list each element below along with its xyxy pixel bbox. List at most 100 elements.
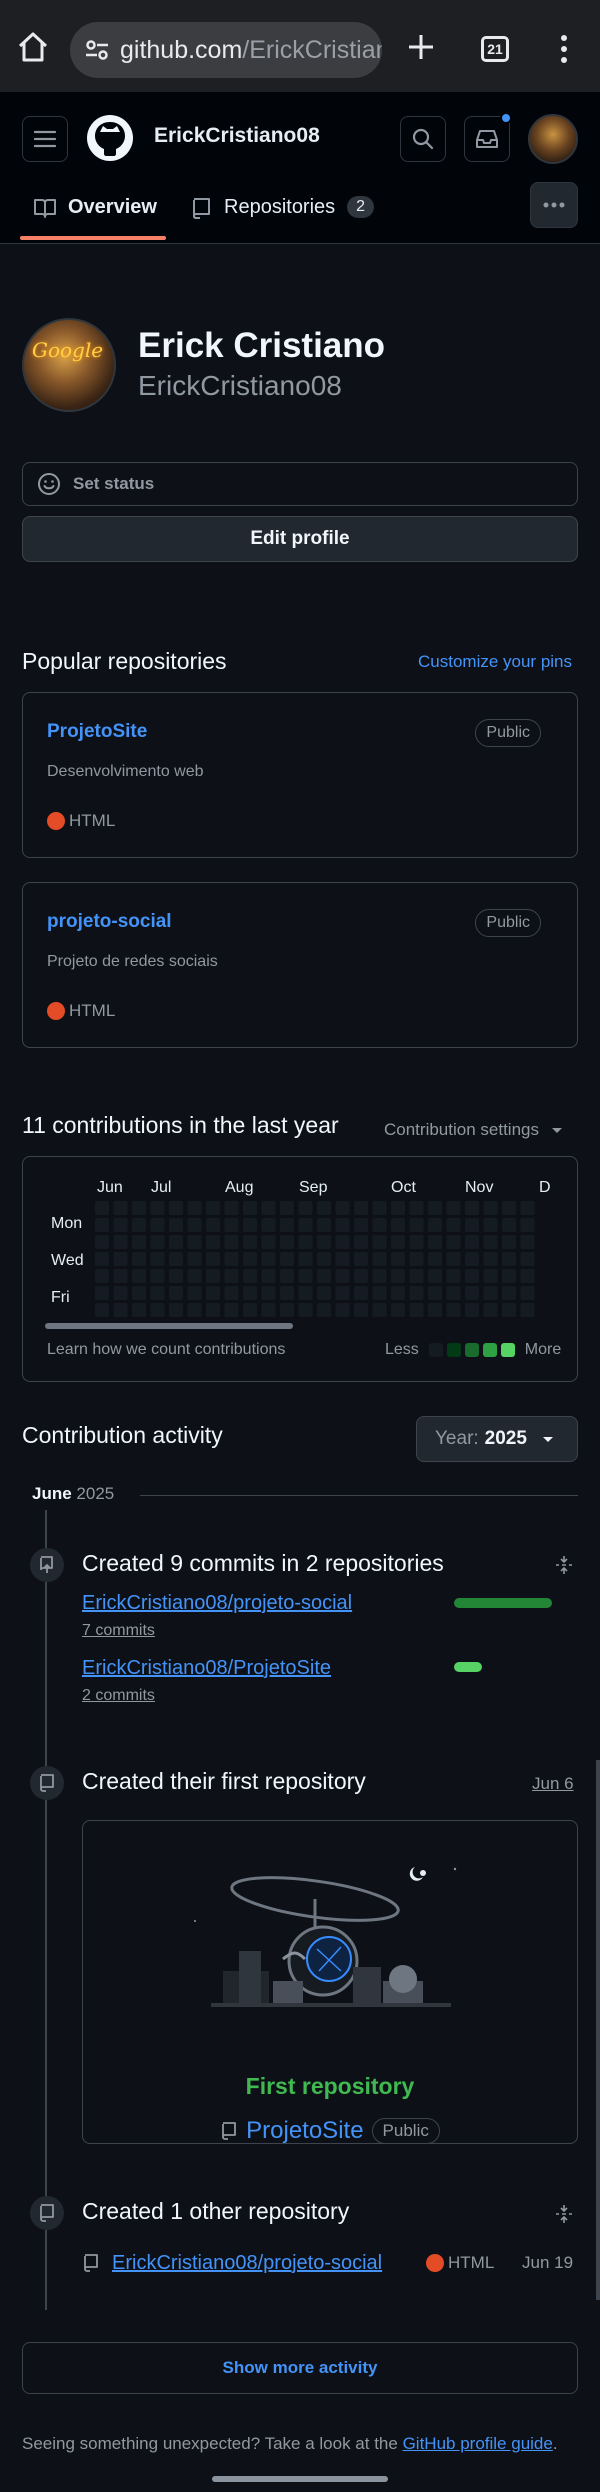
- contribution-cell[interactable]: [354, 1286, 368, 1300]
- contribution-cell[interactable]: [280, 1252, 294, 1266]
- contribution-cell[interactable]: [224, 1201, 239, 1215]
- contribution-cell[interactable]: [335, 1269, 350, 1283]
- contribution-cell[interactable]: [502, 1201, 516, 1215]
- more-tabs-button[interactable]: [530, 182, 578, 228]
- contribution-cell[interactable]: [261, 1218, 276, 1232]
- page-scrollbar[interactable]: [596, 1760, 600, 2300]
- contribution-cell[interactable]: [298, 1303, 313, 1317]
- contribution-cell[interactable]: [502, 1235, 516, 1249]
- contribution-cell[interactable]: [391, 1252, 405, 1266]
- contribution-cell[interactable]: [465, 1286, 479, 1300]
- contribution-cell[interactable]: [317, 1201, 331, 1215]
- contribution-cell[interactable]: [354, 1218, 368, 1232]
- contribution-cell[interactable]: [428, 1235, 442, 1249]
- contribution-cell[interactable]: [391, 1303, 405, 1317]
- contribution-cell[interactable]: [261, 1286, 276, 1300]
- contribution-cell[interactable]: [206, 1235, 220, 1249]
- commit-repo-link[interactable]: ErickCristiano08/projeto-social: [82, 1592, 352, 1615]
- contribution-cell[interactable]: [113, 1286, 128, 1300]
- contribution-cell[interactable]: [354, 1269, 368, 1283]
- graph-scrollbar[interactable]: [45, 1323, 293, 1329]
- contribution-cell[interactable]: [372, 1201, 387, 1215]
- contribution-cell[interactable]: [224, 1252, 239, 1266]
- contribution-cell[interactable]: [465, 1235, 479, 1249]
- commit-count-link[interactable]: 2 commits: [82, 1687, 155, 1705]
- first-repository-link[interactable]: ProjetoSite: [246, 2117, 363, 2145]
- contribution-cell[interactable]: [372, 1218, 387, 1232]
- contribution-cell[interactable]: [280, 1286, 294, 1300]
- contribution-cell[interactable]: [187, 1235, 202, 1249]
- contribution-cell[interactable]: [280, 1218, 294, 1232]
- contribution-cell[interactable]: [502, 1218, 516, 1232]
- contribution-cell[interactable]: [187, 1252, 202, 1266]
- address-bar[interactable]: github.com/ErickCristian: [70, 22, 382, 78]
- contribution-cell[interactable]: [95, 1252, 109, 1266]
- contribution-cell[interactable]: [520, 1218, 535, 1232]
- user-avatar-small[interactable]: [528, 114, 578, 164]
- contribution-cell[interactable]: [502, 1303, 516, 1317]
- contribution-cell[interactable]: [280, 1235, 294, 1249]
- contribution-cell[interactable]: [335, 1303, 350, 1317]
- contribution-cell[interactable]: [243, 1286, 257, 1300]
- contribution-cell[interactable]: [483, 1218, 498, 1232]
- contribution-cell[interactable]: [409, 1218, 424, 1232]
- contribution-cell[interactable]: [446, 1286, 461, 1300]
- contribution-cell[interactable]: [354, 1235, 368, 1249]
- contribution-cell[interactable]: [465, 1201, 479, 1215]
- contribution-cell[interactable]: [280, 1303, 294, 1317]
- activity-date[interactable]: Jun 6: [532, 1774, 574, 1794]
- contribution-cell[interactable]: [298, 1201, 313, 1215]
- contribution-cell[interactable]: [224, 1235, 239, 1249]
- contribution-cell[interactable]: [483, 1269, 498, 1283]
- search-button[interactable]: [400, 116, 446, 162]
- contribution-cell[interactable]: [243, 1303, 257, 1317]
- year-select-button[interactable]: Year: 2025: [416, 1416, 578, 1462]
- contribution-cell[interactable]: [372, 1269, 387, 1283]
- profile-avatar[interactable]: Google: [22, 318, 116, 412]
- commit-repo-link[interactable]: ErickCristiano08/ProjetoSite: [82, 1657, 331, 1680]
- contribution-cell[interactable]: [95, 1235, 109, 1249]
- contribution-cell[interactable]: [483, 1286, 498, 1300]
- contribution-cell[interactable]: [372, 1286, 387, 1300]
- contribution-cell[interactable]: [520, 1252, 535, 1266]
- contribution-cell[interactable]: [169, 1201, 183, 1215]
- contribution-cell[interactable]: [409, 1286, 424, 1300]
- contribution-cell[interactable]: [187, 1201, 202, 1215]
- contribution-cell[interactable]: [261, 1235, 276, 1249]
- contribution-cell[interactable]: [372, 1252, 387, 1266]
- contribution-cell[interactable]: [465, 1218, 479, 1232]
- contribution-cell[interactable]: [169, 1303, 183, 1317]
- contribution-cell[interactable]: [520, 1269, 535, 1283]
- contribution-cell[interactable]: [243, 1235, 257, 1249]
- contribution-cell[interactable]: [409, 1303, 424, 1317]
- tab-repositories[interactable]: Repositories 2: [190, 192, 375, 244]
- fold-icon[interactable]: [554, 2204, 574, 2224]
- contribution-cell[interactable]: [428, 1252, 442, 1266]
- contribution-cell[interactable]: [483, 1303, 498, 1317]
- contribution-cell[interactable]: [428, 1286, 442, 1300]
- contribution-cell[interactable]: [280, 1201, 294, 1215]
- contribution-cell[interactable]: [113, 1269, 128, 1283]
- contribution-cell[interactable]: [95, 1201, 109, 1215]
- contribution-cell[interactable]: [224, 1218, 239, 1232]
- contribution-cell[interactable]: [206, 1201, 220, 1215]
- contribution-cell[interactable]: [520, 1303, 535, 1317]
- contribution-cell[interactable]: [224, 1269, 239, 1283]
- contribution-cell[interactable]: [280, 1269, 294, 1283]
- contribution-cell[interactable]: [520, 1235, 535, 1249]
- contribution-cells[interactable]: [95, 1201, 578, 1319]
- profile-guide-link[interactable]: GitHub profile guide: [403, 2434, 553, 2453]
- contribution-cell[interactable]: [206, 1303, 220, 1317]
- contribution-cell[interactable]: [113, 1218, 128, 1232]
- contribution-cell[interactable]: [95, 1286, 109, 1300]
- header-username[interactable]: ErickCristiano08: [154, 124, 320, 148]
- contribution-cell[interactable]: [169, 1252, 183, 1266]
- contribution-cell[interactable]: [317, 1286, 331, 1300]
- github-logo-icon[interactable]: [86, 114, 134, 162]
- home-icon[interactable]: [16, 30, 50, 64]
- contribution-cell[interactable]: [446, 1252, 461, 1266]
- contribution-cell[interactable]: [391, 1201, 405, 1215]
- contribution-cell[interactable]: [224, 1286, 239, 1300]
- contribution-cell[interactable]: [428, 1201, 442, 1215]
- contribution-cell[interactable]: [95, 1218, 109, 1232]
